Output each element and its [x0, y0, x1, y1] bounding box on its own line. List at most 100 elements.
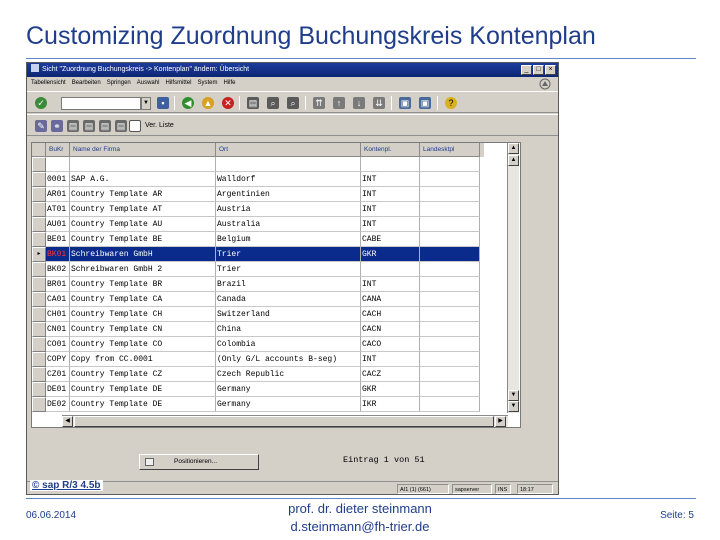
- window-titlebar[interactable]: Sicht "Zuordnung Buchungskreis -> Konten…: [27, 63, 558, 77]
- menu-item-springen[interactable]: Springen: [107, 77, 131, 90]
- row-selector[interactable]: [32, 157, 46, 172]
- cell-landesktpl[interactable]: [420, 337, 480, 352]
- row-selector[interactable]: [32, 202, 46, 217]
- table-row[interactable]: DE01 Country Template DE Germany GKR: [32, 382, 480, 397]
- cell-kontenpl[interactable]: INT: [361, 187, 420, 202]
- cell-bukrs[interactable]: BR01: [46, 277, 70, 292]
- cell-name[interactable]: Schreibwaren GmbH: [70, 247, 216, 262]
- header-ort[interactable]: Ort: [216, 143, 361, 157]
- row-selector[interactable]: [32, 322, 46, 337]
- cell-ort[interactable]: Australia: [216, 217, 361, 232]
- cell-name[interactable]: Country Template CZ: [70, 367, 216, 382]
- help-icon[interactable]: ?: [445, 97, 457, 109]
- row-selector[interactable]: [32, 217, 46, 232]
- cell-bukrs[interactable]: CH01: [46, 307, 70, 322]
- menu-item-tabellensicht[interactable]: Tabellensicht: [31, 77, 66, 90]
- table-row[interactable]: AR01 Country Template AR Argentinien INT: [32, 187, 480, 202]
- header-landesktpl[interactable]: Landesktpl: [420, 143, 480, 157]
- cell-bukrs[interactable]: CA01: [46, 292, 70, 307]
- table-row[interactable]: COPY Copy from CC.0001 (Only G/L accounts …: [32, 352, 480, 367]
- cell-name[interactable]: Country Template CH: [70, 307, 216, 322]
- cell-bukrs[interactable]: DE02: [46, 397, 70, 412]
- menu-item-bearbeiten[interactable]: Bearbeiten: [72, 77, 101, 90]
- command-field[interactable]: [61, 97, 141, 110]
- row-selector[interactable]: [32, 187, 46, 202]
- table-row[interactable]: BR01 Country Template BR Brazil INT: [32, 277, 480, 292]
- cell-name[interactable]: Copy from CC.0001: [70, 352, 216, 367]
- cell-landesktpl[interactable]: [420, 187, 480, 202]
- cell-kontenpl[interactable]: INT: [361, 352, 420, 367]
- cell-bukrs[interactable]: BK01: [46, 247, 70, 262]
- cell-name[interactable]: Country Template CA: [70, 292, 216, 307]
- row-selector[interactable]: ▸: [32, 247, 46, 262]
- cell-kontenpl[interactable]: IKR: [361, 397, 420, 412]
- command-dropdown-icon[interactable]: ▼: [141, 97, 151, 110]
- cell-bukrs[interactable]: BK02: [46, 262, 70, 277]
- horizontal-scroll-thumb[interactable]: [74, 416, 494, 427]
- menu-item-hilfsmittel[interactable]: Hilfsmittel: [165, 77, 191, 90]
- table-row[interactable]: CZ01 Country Template CZ Czech Republic CAC…: [32, 367, 480, 382]
- cell-landesktpl[interactable]: [420, 232, 480, 247]
- cell-name[interactable]: Country Template DE: [70, 397, 216, 412]
- cell-name[interactable]: Country Template AT: [70, 202, 216, 217]
- header-kontenpl[interactable]: Kontenpl.: [361, 143, 420, 157]
- cell-bukrs[interactable]: AT01: [46, 202, 70, 217]
- cell-landesktpl[interactable]: [420, 157, 480, 172]
- save-icon[interactable]: ▪: [157, 97, 169, 109]
- cell-name[interactable]: SAP A.G.: [70, 172, 216, 187]
- minimize-button[interactable]: _: [521, 65, 532, 75]
- table-row[interactable]: DE02 Country Template DE Germany IKR: [32, 397, 480, 412]
- cell-ort[interactable]: Argentinien: [216, 187, 361, 202]
- cell-bukrs[interactable]: CZ01: [46, 367, 70, 382]
- horizontal-scrollbar[interactable]: ◀ ▶: [62, 415, 508, 427]
- scroll-top-icon[interactable]: ▲: [508, 155, 519, 166]
- maximize-button[interactable]: □: [533, 65, 544, 75]
- cell-ort[interactable]: [216, 157, 361, 172]
- menu-item-system[interactable]: System: [197, 77, 217, 90]
- scroll-down-icon[interactable]: ▼: [508, 401, 519, 412]
- cell-landesktpl[interactable]: [420, 292, 480, 307]
- cell-name[interactable]: Country Template AR: [70, 187, 216, 202]
- table-row[interactable]: CO01 Country Template CO Colombia CACO: [32, 337, 480, 352]
- cell-kontenpl[interactable]: INT: [361, 277, 420, 292]
- cell-name[interactable]: Country Template AU: [70, 217, 216, 232]
- header-name[interactable]: Name der Firma: [70, 143, 216, 157]
- cell-landesktpl[interactable]: [420, 172, 480, 187]
- cell-bukrs[interactable]: COPY: [46, 352, 70, 367]
- variable-list-icon[interactable]: [129, 120, 141, 132]
- cell-ort[interactable]: China: [216, 322, 361, 337]
- menu-item-auswahl[interactable]: Auswahl: [137, 77, 160, 90]
- find-icon[interactable]: ⌕: [267, 97, 279, 109]
- row-selector[interactable]: [32, 232, 46, 247]
- table-row[interactable]: BK02 Schreibwaren GmbH 2 Trier: [32, 262, 480, 277]
- cell-name[interactable]: Country Template BR: [70, 277, 216, 292]
- vertical-scrollbar[interactable]: ▲ ▲ ▼ ▼: [507, 143, 519, 413]
- copy-as-icon[interactable]: ▤: [67, 120, 79, 132]
- cell-ort[interactable]: Switzerland: [216, 307, 361, 322]
- cell-kontenpl[interactable]: CACN: [361, 322, 420, 337]
- header-bukrs[interactable]: BuKr: [46, 143, 70, 157]
- cell-name[interactable]: Country Template CO: [70, 337, 216, 352]
- cell-bukrs[interactable]: [46, 157, 70, 172]
- cell-landesktpl[interactable]: [420, 367, 480, 382]
- scroll-right-icon[interactable]: ▶: [495, 416, 506, 427]
- cell-ort[interactable]: Germany: [216, 382, 361, 397]
- cell-kontenpl[interactable]: GKR: [361, 247, 420, 262]
- row-selector[interactable]: [32, 397, 46, 412]
- row-selector[interactable]: [32, 337, 46, 352]
- deselect-all-icon[interactable]: ▤: [115, 120, 127, 132]
- cell-ort[interactable]: Canada: [216, 292, 361, 307]
- scroll-up-icon[interactable]: ▲: [508, 143, 519, 154]
- cell-landesktpl[interactable]: [420, 352, 480, 367]
- status-session[interactable]: AI1 (1) (661): [397, 484, 449, 494]
- table-row[interactable]: AT01 Country Template AT Austria INT: [32, 202, 480, 217]
- back-icon[interactable]: ◀: [182, 97, 194, 109]
- find-next-icon[interactable]: ⌕: [287, 97, 299, 109]
- select-all-column-button[interactable]: [32, 143, 46, 157]
- row-selector[interactable]: [32, 172, 46, 187]
- previous-page-icon[interactable]: ↑: [333, 97, 345, 109]
- table-row[interactable]: CH01 Country Template CH Switzerland CACH: [32, 307, 480, 322]
- row-selector[interactable]: [32, 307, 46, 322]
- row-selector[interactable]: [32, 352, 46, 367]
- cell-bukrs[interactable]: CO01: [46, 337, 70, 352]
